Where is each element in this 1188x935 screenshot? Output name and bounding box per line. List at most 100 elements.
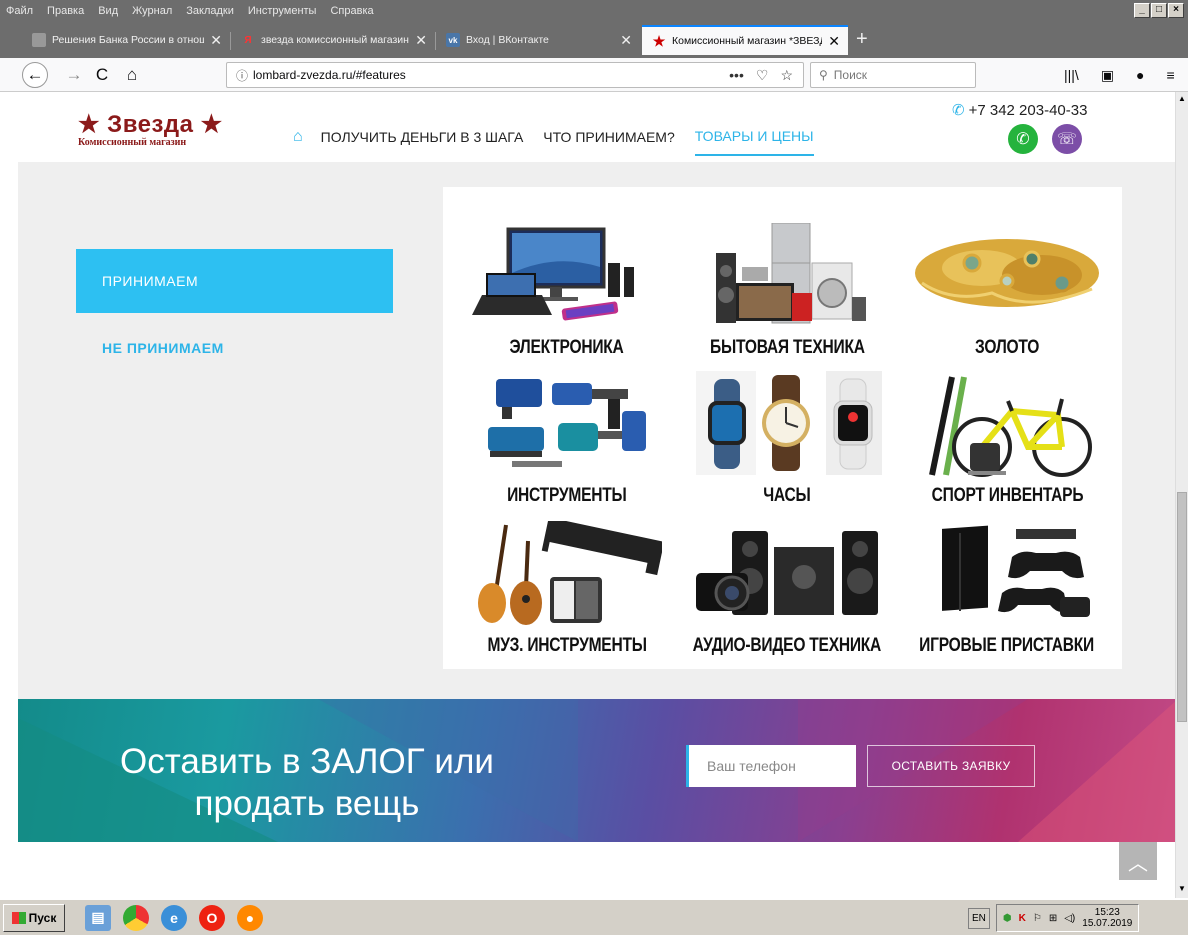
cta-banner: Оставить в ЗАЛОГ или продать вещь Ваш те…	[18, 699, 1175, 842]
menu-edit[interactable]: Правка	[47, 5, 84, 17]
tab-zvezda-active[interactable]: ★ Комиссионный магазин *ЗВЕЗДА ✕	[642, 25, 848, 55]
scroll-thumb[interactable]	[1177, 492, 1187, 722]
consoles-image	[942, 525, 1090, 617]
page-scrollbar[interactable]: ▲ ▼	[1175, 92, 1188, 898]
network-icon[interactable]: ⊞	[1049, 913, 1057, 924]
sidebar-icon[interactable]: ▣	[1101, 67, 1114, 84]
scroll-up-arrow-icon[interactable]: ▲	[1176, 94, 1188, 106]
menu-tools[interactable]: Инструменты	[248, 5, 317, 17]
hamburger-menu-icon[interactable]: ≡	[1167, 67, 1175, 83]
bookmark-star-icon[interactable]: ☆	[780, 67, 793, 84]
category-tools[interactable]: ИНСТРУМЕНТЫ	[457, 359, 677, 507]
scroll-down-arrow-icon[interactable]: ▼	[1176, 884, 1188, 896]
more-actions-icon[interactable]: •••	[729, 67, 744, 84]
category-audio-video[interactable]: АУДИО-ВИДЕО ТЕХНИКА	[677, 507, 897, 657]
new-tab-button[interactable]: +	[856, 28, 868, 51]
category-sport[interactable]: СПОРТ ИНВЕНТАРЬ	[897, 359, 1117, 507]
tray-app-icon[interactable]: ⬢	[1003, 913, 1012, 924]
reload-button[interactable]: C	[88, 62, 116, 88]
home-icon[interactable]: ⌂	[293, 128, 303, 146]
category-label: ЗОЛОТО	[974, 337, 1040, 358]
opera-icon[interactable]: O	[199, 904, 225, 931]
forward-button[interactable]: →	[60, 62, 88, 88]
nav-item-prices[interactable]: ТОВАРЫ И ЦЕНЫ	[694, 128, 814, 156]
phone-input[interactable]: Ваш телефон	[686, 745, 856, 787]
category-music[interactable]: МУЗ. ИНСТРУМЕНТЫ	[457, 507, 677, 657]
url-bar[interactable]: ⓘ lombard-zvezda.ru/#features ••• ♡ ☆	[226, 62, 804, 88]
category-label: ЭЛЕКТРОНИКА	[509, 337, 625, 358]
back-button[interactable]: ←	[22, 62, 48, 88]
scroll-to-top-button[interactable]: ︿	[1119, 842, 1157, 880]
minimize-button[interactable]: _	[1134, 3, 1150, 18]
tab-yandex[interactable]: Я звезда комиссионный магазин п ✕	[231, 25, 435, 55]
vk-icon: vk	[446, 33, 460, 47]
category-appliances[interactable]: БЫТОВАЯ ТЕХНИКА	[677, 209, 897, 359]
extension-icon[interactable]: ●	[1136, 67, 1144, 83]
chrome-icon[interactable]	[123, 904, 149, 931]
tab-title: звезда комиссионный магазин п	[261, 34, 410, 46]
flag-tray-icon[interactable]: ⚐	[1033, 913, 1042, 924]
tab-title: Решения Банка России в отноше	[52, 34, 205, 46]
kaspersky-icon[interactable]: K	[1019, 913, 1026, 924]
menu-bar: Файл Правка Вид Журнал Закладки Инструме…	[0, 0, 1188, 22]
nav-item-steps[interactable]: ПОЛУЧИТЬ ДЕНЬГИ В 3 ШАГА	[321, 129, 524, 145]
close-tab-icon[interactable]: ✕	[828, 33, 840, 50]
submit-request-button[interactable]: ОСТАВИТЬ ЗАЯВКУ	[867, 745, 1035, 787]
close-tab-icon[interactable]: ✕	[415, 32, 427, 49]
clock[interactable]: 15:23 15.07.2019	[1082, 907, 1132, 929]
main-nav: ⌂ ПОЛУЧИТЬ ДЕНЬГИ В 3 ШАГА ЧТО ПРИНИМАЕМ…	[293, 118, 834, 156]
accept-tabs: ПРИНИМАЕМ НЕ ПРИНИМАЕМ	[76, 249, 393, 383]
close-tab-icon[interactable]: ✕	[620, 32, 632, 49]
category-electronics[interactable]: ЭЛЕКТРОНИКА	[457, 209, 677, 359]
nav-item-accept[interactable]: ЧТО ПРИНИМАЕМ?	[543, 129, 674, 145]
banner-line-2: продать вещь	[194, 784, 420, 823]
site-logo[interactable]: ★ Звезда ★ Комиссионный магазин	[78, 110, 223, 148]
firefox-icon[interactable]: ●	[237, 904, 263, 931]
start-label: Пуск	[28, 910, 57, 925]
cbr-icon	[32, 33, 46, 47]
menu-view[interactable]: Вид	[98, 5, 118, 17]
category-watches[interactable]: ЧАСЫ	[677, 359, 897, 507]
whatsapp-icon[interactable]: ✆	[1008, 124, 1038, 154]
left-margin	[0, 92, 18, 898]
tab-title: Комиссионный магазин *ЗВЕЗДА	[672, 35, 823, 47]
volume-icon[interactable]: ◁)	[1064, 913, 1075, 924]
tools-image	[488, 379, 646, 467]
url-text[interactable]: lombard-zvezda.ru/#features	[253, 68, 729, 82]
maximize-button[interactable]: □	[1151, 3, 1167, 18]
tab-title: Вход | ВКонтакте	[466, 34, 549, 46]
tab-accept[interactable]: ПРИНИМАЕМ	[76, 249, 393, 313]
category-label: ЧАСЫ	[763, 485, 811, 506]
pocket-icon[interactable]: ♡	[756, 67, 769, 84]
language-indicator[interactable]: EN	[968, 907, 990, 929]
library-icon[interactable]: |||\	[1064, 67, 1079, 83]
ie-icon[interactable]: e	[161, 904, 187, 931]
explorer-icon[interactable]: ▤	[85, 904, 111, 931]
category-gold[interactable]: ЗОЛОТО	[897, 209, 1117, 359]
viber-icon[interactable]: ☏	[1052, 124, 1082, 154]
windows-flag-icon	[11, 911, 26, 924]
tab-cbr[interactable]: Решения Банка России в отноше ✕	[22, 25, 230, 55]
menu-file[interactable]: Файл	[6, 5, 33, 17]
search-placeholder: Поиск	[833, 68, 868, 82]
electronics-image	[472, 227, 634, 321]
category-consoles[interactable]: ИГРОВЫЕ ПРИСТАВКИ	[897, 507, 1117, 657]
social-links: ✆ ☏	[1008, 124, 1082, 154]
close-window-button[interactable]: ×	[1168, 3, 1184, 18]
audio-video-image	[696, 531, 878, 615]
phone-number[interactable]: ✆ +7 342 203-40-33	[952, 101, 1087, 119]
menu-history[interactable]: Журнал	[132, 5, 172, 17]
watches-image	[696, 371, 882, 475]
menu-bookmarks[interactable]: Закладки	[186, 5, 234, 17]
close-tab-icon[interactable]: ✕	[210, 32, 222, 49]
tab-decline[interactable]: НЕ ПРИНИМАЕМ	[76, 313, 393, 383]
tab-vk[interactable]: vk Вход | ВКонтакте ✕	[436, 25, 640, 55]
menu-help[interactable]: Справка	[330, 5, 373, 17]
start-button[interactable]: Пуск	[3, 903, 65, 932]
info-icon[interactable]: ⓘ	[231, 67, 253, 84]
home-button[interactable]: ⌂	[118, 62, 146, 88]
tab-bar: Решения Банка России в отноше ✕ Я звезда…	[0, 22, 1188, 58]
banner-line-1: Оставить в ЗАЛОГ или	[120, 742, 494, 781]
search-input[interactable]: ⚲ Поиск	[810, 62, 976, 88]
phone-text: +7 342 203-40-33	[968, 102, 1088, 119]
